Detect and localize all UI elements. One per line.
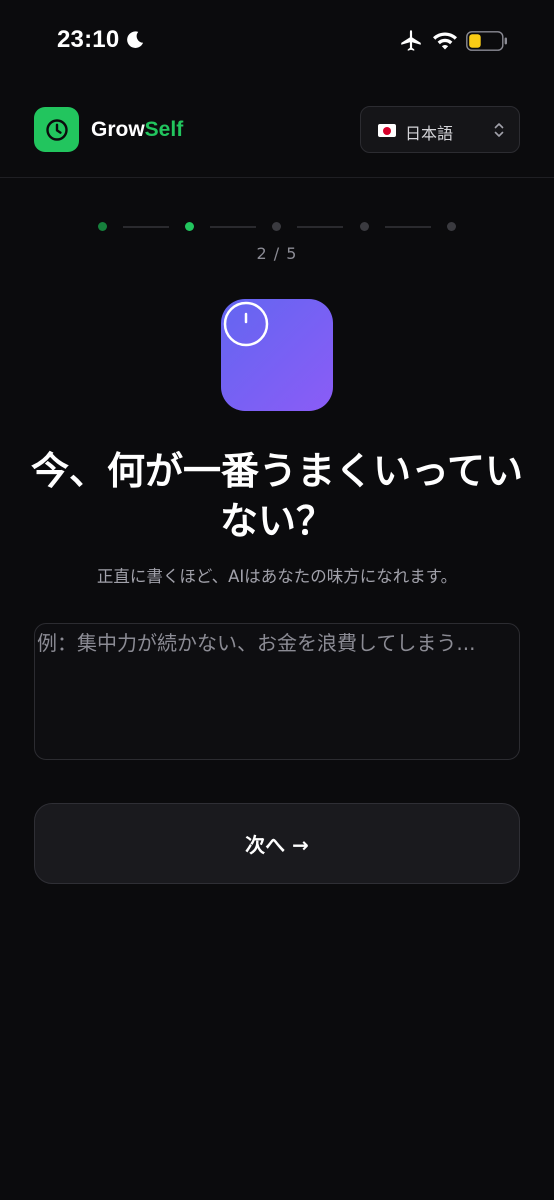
answer-input[interactable] [34,623,520,760]
step-connector [385,226,431,228]
battery-icon [466,31,507,51]
japan-flag-icon [378,124,396,137]
clock-icon [45,118,68,141]
language-label: 日本語 [405,124,454,143]
app-header: GrowSelf 日本語 [0,84,554,178]
step-connector [210,226,256,228]
status-time: 23:10 [57,26,120,53]
wifi-icon [433,32,457,50]
status-bar: 23:10 [0,0,554,84]
step-dot-2 [185,222,194,231]
question-subtitle: 正直に書くほど、AIはあなたの味方になれます。 [96,567,458,586]
app-logo[interactable] [34,107,79,152]
airplane-icon [401,30,421,51]
brand-prefix: Grow [91,118,145,141]
step-counter: 2 / 5 [256,244,298,263]
step-dot-5 [447,222,456,231]
chevron-up-down-icon [494,123,504,137]
step-dot-3 [272,222,281,231]
step-connector [297,226,343,228]
next-button[interactable]: 次へ → [34,803,520,884]
brand-suffix: Self [144,118,184,141]
question-icon-tile [221,299,333,411]
brand-name: GrowSelf [91,118,183,142]
step-connector [123,226,169,228]
clock-icon [223,301,269,347]
progress-stepper [0,215,554,239]
step-dot-4 [360,222,369,231]
step-dot-1 [98,222,107,231]
language-select[interactable]: 日本語 [360,106,520,153]
question-title: 今、何が一番うまくいっていない？ [30,448,524,543]
moon-icon [127,31,144,48]
